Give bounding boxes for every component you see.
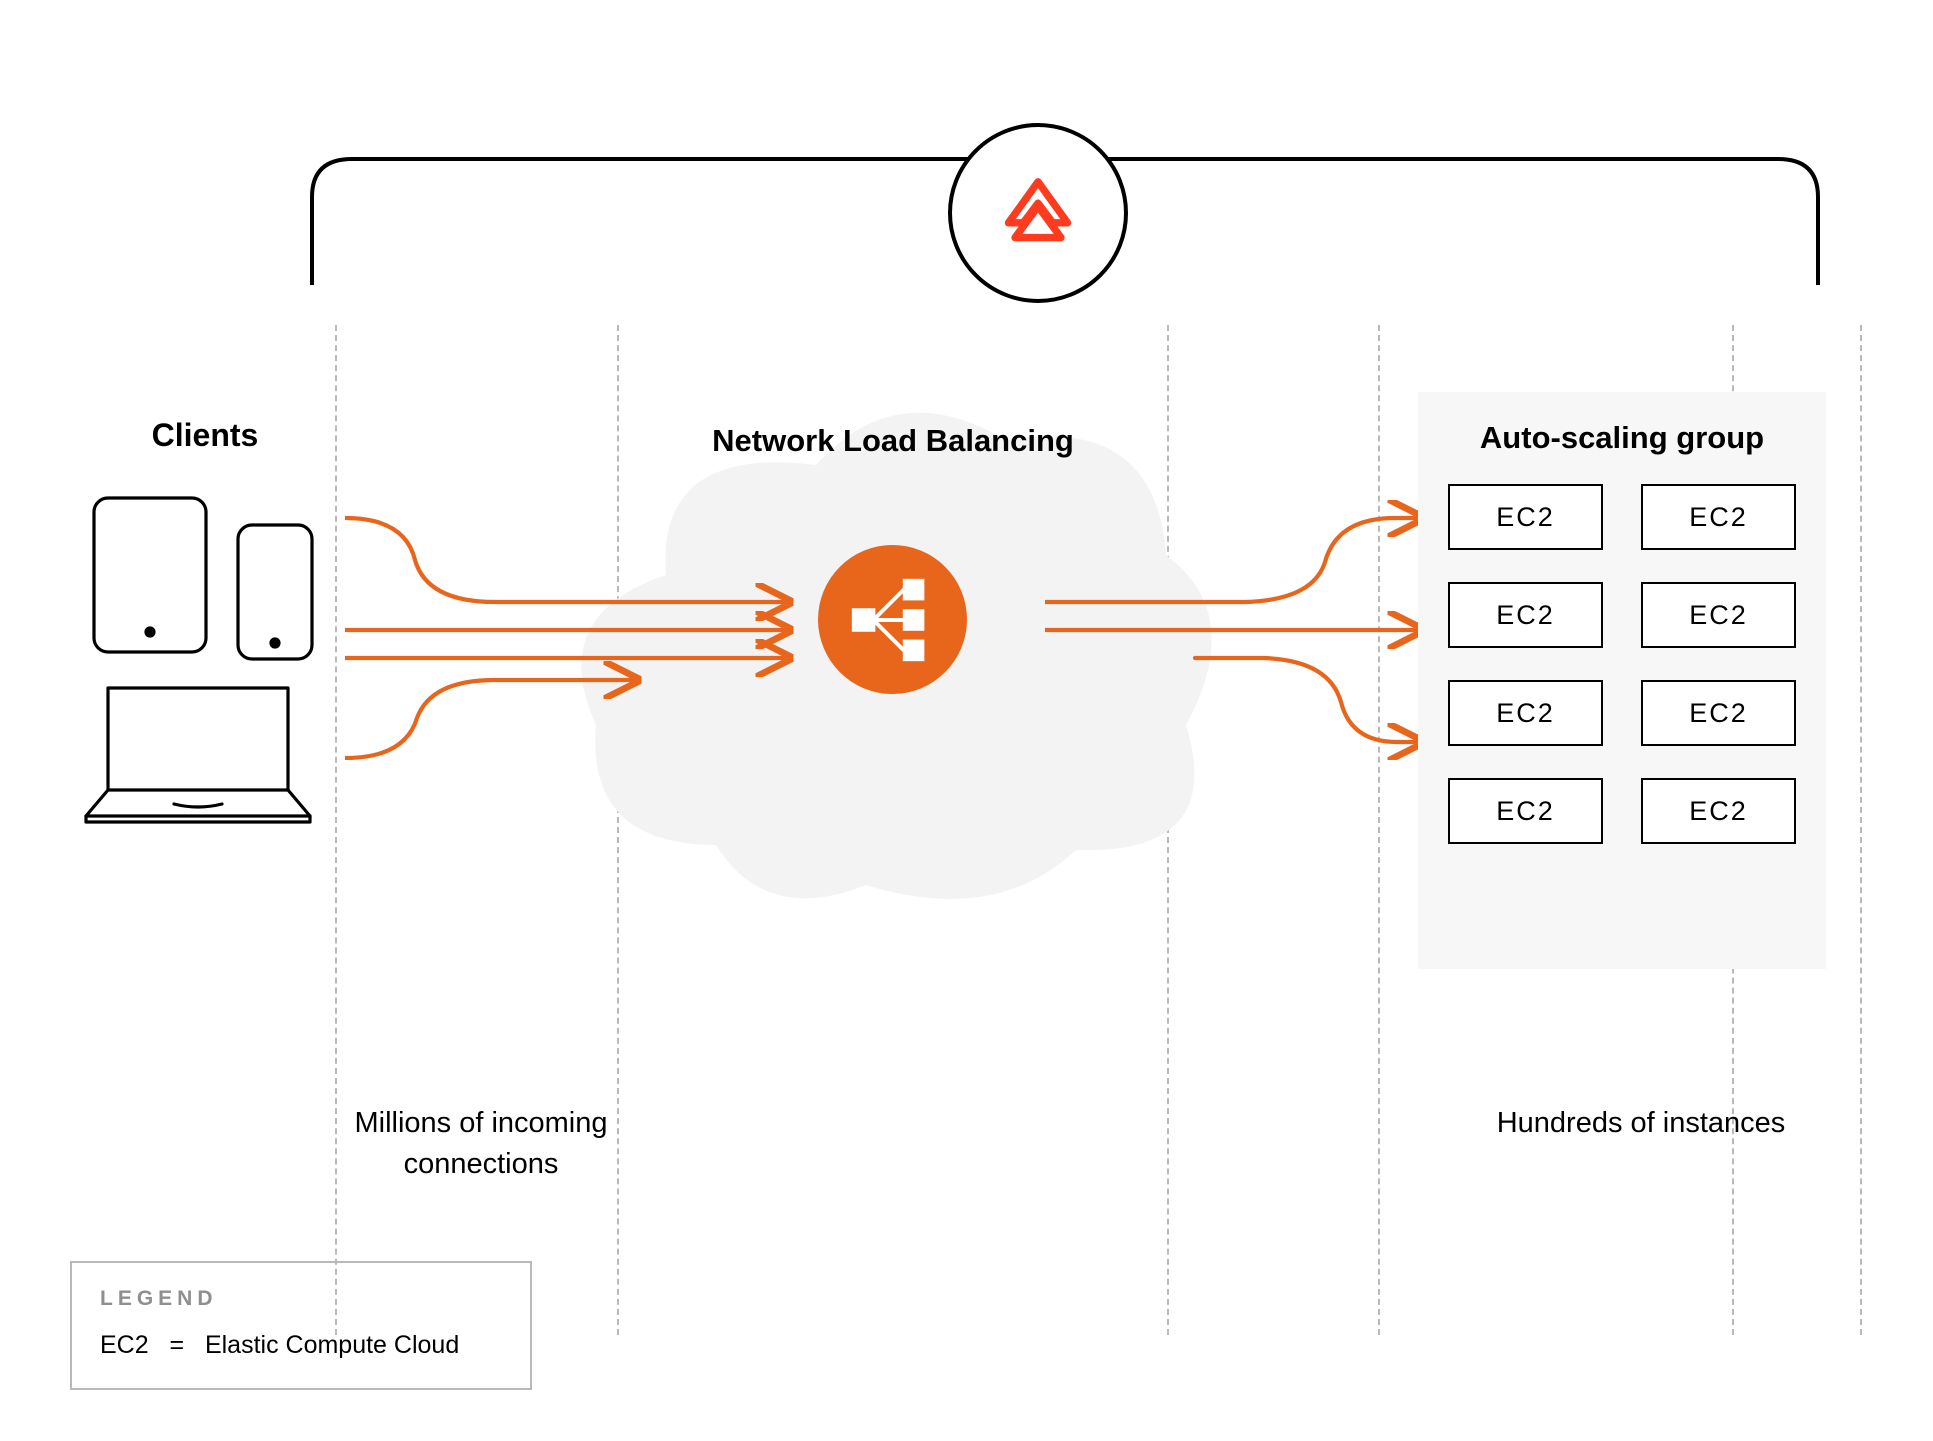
nlb-heading: Network Load Balancing	[683, 420, 1103, 462]
legend-full: Elastic Compute Cloud	[205, 1331, 459, 1359]
ec2-instance: EC2	[1448, 484, 1603, 550]
diagram-canvas: Clients Network Load Balancing	[0, 0, 1933, 1441]
client-devices	[74, 490, 322, 830]
arrows-incoming	[345, 500, 805, 765]
ec2-instance: EC2	[1641, 484, 1796, 550]
brand-logo-circle	[948, 123, 1128, 303]
legend-abbr: EC2	[100, 1331, 149, 1359]
ec2-instance: EC2	[1448, 680, 1603, 746]
arrows-outgoing	[1045, 500, 1435, 765]
ec2-instance: EC2	[1641, 778, 1796, 844]
legend-title: LEGEND	[100, 1287, 502, 1311]
divider-line	[1378, 325, 1380, 1335]
auto-scaling-group: Auto-scaling group EC2 EC2 EC2 EC2 EC2 E…	[1418, 392, 1826, 969]
brand-logo-icon	[997, 172, 1079, 254]
ec2-instance: EC2	[1641, 582, 1796, 648]
ec2-grid: EC2 EC2 EC2 EC2 EC2 EC2 EC2 EC2	[1448, 484, 1796, 844]
legend-eq: =	[169, 1331, 184, 1359]
legend-row: EC2 = Elastic Compute Cloud	[100, 1331, 502, 1360]
caption-incoming: Millions of incoming connections	[326, 1103, 636, 1184]
ec2-instance: EC2	[1641, 680, 1796, 746]
ec2-instance: EC2	[1448, 778, 1603, 844]
load-balancer-icon	[818, 545, 967, 694]
legend: LEGEND EC2 = Elastic Compute Cloud	[70, 1261, 532, 1390]
clients-heading: Clients	[90, 417, 320, 454]
ec2-instance: EC2	[1448, 582, 1603, 648]
asg-heading: Auto-scaling group	[1448, 420, 1796, 456]
caption-instances: Hundreds of instances	[1486, 1103, 1796, 1144]
divider-line	[1860, 325, 1862, 1335]
